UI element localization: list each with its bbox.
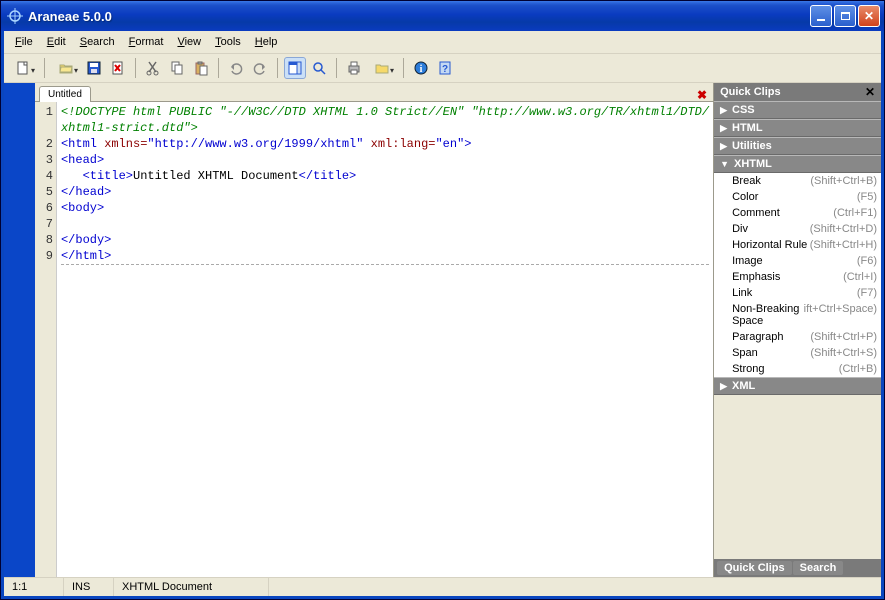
status-doc-type: XHTML Document <box>114 578 269 596</box>
sidebar-section-xhtml[interactable]: ▼XHTML <box>714 155 881 173</box>
paste-button[interactable] <box>190 57 212 79</box>
sidebar-close-icon[interactable]: ✕ <box>865 85 875 99</box>
menu-help[interactable]: Help <box>249 34 284 50</box>
clip-item[interactable]: Emphasis(Ctrl+I) <box>714 269 881 285</box>
clip-item[interactable]: Horizontal Rule(Shift+Ctrl+H) <box>714 237 881 253</box>
clip-item[interactable]: Div(Shift+Ctrl+D) <box>714 221 881 237</box>
clip-item[interactable]: Break(Shift+Ctrl+B) <box>714 173 881 189</box>
chevron-right-icon: ▶ <box>720 381 727 392</box>
clip-item[interactable]: Paragraph(Shift+Ctrl+P) <box>714 329 881 345</box>
sidebar-section-utilities[interactable]: ▶Utilities <box>714 137 881 155</box>
status-position: 1:1 <box>4 578 64 596</box>
preview-button[interactable] <box>367 57 397 79</box>
status-mode: INS <box>64 578 114 596</box>
sidebar-section-css[interactable]: ▶CSS <box>714 101 881 119</box>
maximize-button[interactable] <box>834 5 856 27</box>
redo-button[interactable] <box>249 57 271 79</box>
chevron-right-icon: ▶ <box>720 141 727 152</box>
copy-button[interactable] <box>166 57 188 79</box>
close-tab-icon[interactable]: ✖ <box>695 89 709 101</box>
print-button[interactable] <box>343 57 365 79</box>
svg-text:i: i <box>420 64 423 75</box>
tab-strip: Untitled ✖ <box>35 83 713 102</box>
clip-item[interactable]: Strong(Ctrl+B) <box>714 361 881 377</box>
sidebar-section-html[interactable]: ▶HTML <box>714 119 881 137</box>
undo-button[interactable] <box>225 57 247 79</box>
svg-text:?: ? <box>442 64 448 75</box>
clip-item[interactable]: Comment(Ctrl+F1) <box>714 205 881 221</box>
toggle-view-button[interactable] <box>284 57 306 79</box>
close-button[interactable]: ✕ <box>858 5 880 27</box>
sidebar-title: Quick Clips ✕ <box>714 83 881 101</box>
app-icon <box>7 8 23 24</box>
menu-bar: FileEditSearchFormatViewToolsHelp <box>4 31 881 54</box>
sidebar-bottom-tabs: Quick ClipsSearch <box>714 559 881 577</box>
sidebar-section-xml[interactable]: ▶XML <box>714 377 881 395</box>
line-numbers: 123456789 <box>35 102 57 577</box>
menu-edit[interactable]: Edit <box>41 34 72 50</box>
menu-file[interactable]: File <box>9 34 39 50</box>
clip-item[interactable]: Link(F7) <box>714 285 881 301</box>
toolbar-separator <box>44 58 45 78</box>
menu-tools[interactable]: Tools <box>209 34 247 50</box>
status-bar: 1:1 INS XHTML Document <box>4 577 881 596</box>
toolbar-separator <box>403 58 404 78</box>
chevron-right-icon: ▶ <box>720 123 727 134</box>
clip-item[interactable]: Non-Breaking Spaceift+Ctrl+Space) <box>714 301 881 329</box>
toolbar-separator <box>336 58 337 78</box>
window-buttons: ✕ <box>810 5 880 27</box>
search-button[interactable] <box>308 57 330 79</box>
toolbar-separator <box>135 58 136 78</box>
left-gutter <box>4 83 35 577</box>
sidebar-tab-quick-clips[interactable]: Quick Clips <box>717 561 792 575</box>
close-file-button[interactable] <box>107 57 129 79</box>
chevron-right-icon: ▶ <box>720 105 727 116</box>
clip-item[interactable]: Image(F6) <box>714 253 881 269</box>
menu-view[interactable]: View <box>171 34 207 50</box>
clip-item[interactable]: Span(Shift+Ctrl+S) <box>714 345 881 361</box>
save-button[interactable] <box>83 57 105 79</box>
menu-search[interactable]: Search <box>74 34 121 50</box>
cut-button[interactable] <box>142 57 164 79</box>
toolbar-separator <box>277 58 278 78</box>
code-text[interactable]: <!DOCTYPE html PUBLIC "-//W3C//DTD XHTML… <box>57 102 713 577</box>
editor-pane: Untitled ✖ 123456789 <!DOCTYPE html PUBL… <box>35 83 713 577</box>
toolbar: i ? <box>4 54 881 83</box>
menu-format[interactable]: Format <box>123 34 170 50</box>
open-button[interactable] <box>51 57 81 79</box>
clip-item[interactable]: Color(F5) <box>714 189 881 205</box>
app-title: Araneae 5.0.0 <box>28 9 810 24</box>
chevron-down-icon: ▼ <box>720 159 729 169</box>
editor-tab[interactable]: Untitled <box>39 86 91 102</box>
code-editor[interactable]: 123456789 <!DOCTYPE html PUBLIC "-//W3C/… <box>35 102 713 577</box>
minimize-button[interactable] <box>810 5 832 27</box>
info-button[interactable]: i <box>410 57 432 79</box>
help-button[interactable]: ? <box>434 57 456 79</box>
sidebar: Quick Clips ✕ ▶CSS▶HTML▶Utilities▼XHTMLB… <box>713 83 881 577</box>
new-button[interactable] <box>8 57 38 79</box>
title-bar: Araneae 5.0.0 ✕ <box>1 1 884 31</box>
sidebar-tab-search[interactable]: Search <box>793 561 844 575</box>
toolbar-separator <box>218 58 219 78</box>
